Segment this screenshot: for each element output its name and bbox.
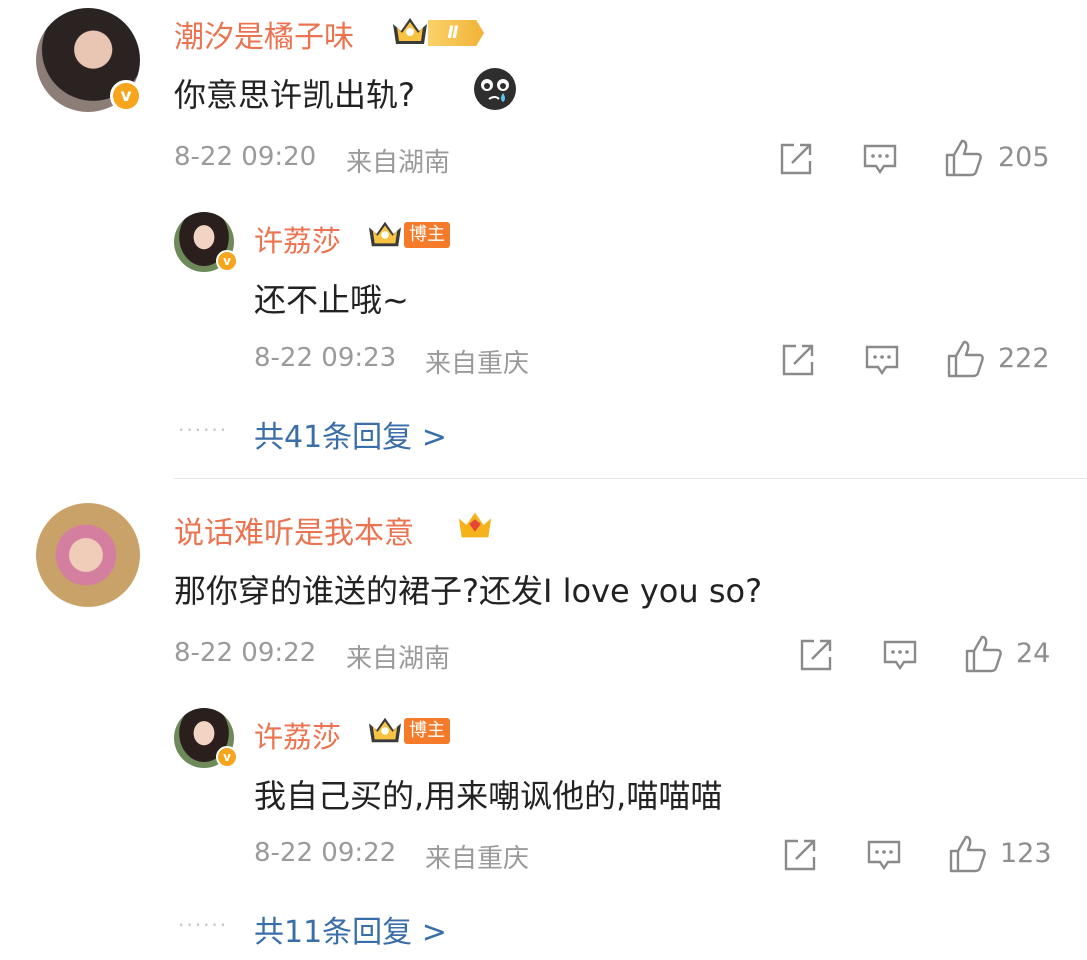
comment-location: 来自湖南 bbox=[346, 148, 451, 178]
like-count: 205 bbox=[998, 142, 1050, 173]
share-icon[interactable] bbox=[778, 141, 814, 177]
reply-text: 还不止哦~ bbox=[254, 281, 409, 319]
crown-icon bbox=[458, 512, 492, 538]
reply-location: 来自重庆 bbox=[425, 844, 530, 874]
blogger-badge: 博主 bbox=[404, 718, 450, 744]
comment-text: 你意思许凯出轨? bbox=[174, 76, 415, 114]
share-icon[interactable] bbox=[782, 837, 818, 873]
verified-badge-icon: v bbox=[216, 250, 238, 272]
reply-time: 8-22 09:23 bbox=[254, 343, 397, 373]
comment-text: 那你穿的谁送的裙子?还发I love you so? bbox=[174, 572, 763, 610]
reply-avatar[interactable]: v bbox=[174, 212, 238, 272]
crown-icon bbox=[393, 18, 427, 44]
more-replies-link[interactable]: 共11条回复 > bbox=[254, 907, 447, 951]
comment-username[interactable]: 说话难听是我本意 bbox=[174, 508, 414, 552]
like-icon[interactable] bbox=[964, 634, 1004, 674]
dots: ······ bbox=[178, 418, 229, 442]
comment-location: 来自湖南 bbox=[346, 644, 451, 674]
avatar[interactable]: v bbox=[36, 8, 142, 112]
more-replies-link[interactable]: 共41条回复 > bbox=[254, 412, 447, 456]
comment-icon[interactable] bbox=[882, 638, 918, 674]
comment-time: 8-22 09:20 bbox=[174, 142, 317, 172]
comment-time: 8-22 09:22 bbox=[174, 638, 317, 668]
divider bbox=[174, 478, 1087, 479]
crown-icon bbox=[369, 717, 401, 743]
dots: ······ bbox=[178, 913, 229, 937]
verified-badge-icon: v bbox=[216, 746, 238, 768]
crying-face-icon bbox=[474, 68, 516, 110]
like-count: 222 bbox=[998, 343, 1050, 374]
verified-badge-icon: v bbox=[110, 80, 142, 112]
reply-avatar[interactable]: v bbox=[174, 708, 238, 768]
like-icon[interactable] bbox=[944, 138, 984, 178]
share-icon[interactable] bbox=[780, 342, 816, 378]
comment-icon[interactable] bbox=[864, 343, 900, 379]
comment-icon[interactable] bbox=[866, 838, 902, 874]
like-count: 24 bbox=[1016, 638, 1051, 669]
blogger-badge: 博主 bbox=[404, 222, 450, 248]
reply-time: 8-22 09:22 bbox=[254, 838, 397, 868]
share-icon[interactable] bbox=[798, 637, 834, 673]
comment-icon[interactable] bbox=[862, 142, 898, 178]
like-icon[interactable] bbox=[946, 339, 986, 379]
level-badge: Ⅱ bbox=[428, 20, 484, 46]
like-icon[interactable] bbox=[948, 834, 988, 874]
like-count: 123 bbox=[1000, 838, 1052, 869]
reply-location: 来自重庆 bbox=[425, 349, 530, 379]
reply-text: 我自己买的,用来嘲讽他的,喵喵喵 bbox=[254, 777, 723, 815]
comment-username[interactable]: 潮汐是橘子味 bbox=[174, 12, 354, 56]
reply-username[interactable]: 许荔莎 bbox=[254, 218, 341, 260]
crown-icon bbox=[369, 221, 401, 247]
avatar-image bbox=[36, 503, 140, 607]
avatar[interactable] bbox=[36, 503, 140, 607]
reply-username[interactable]: 许荔莎 bbox=[254, 714, 341, 756]
